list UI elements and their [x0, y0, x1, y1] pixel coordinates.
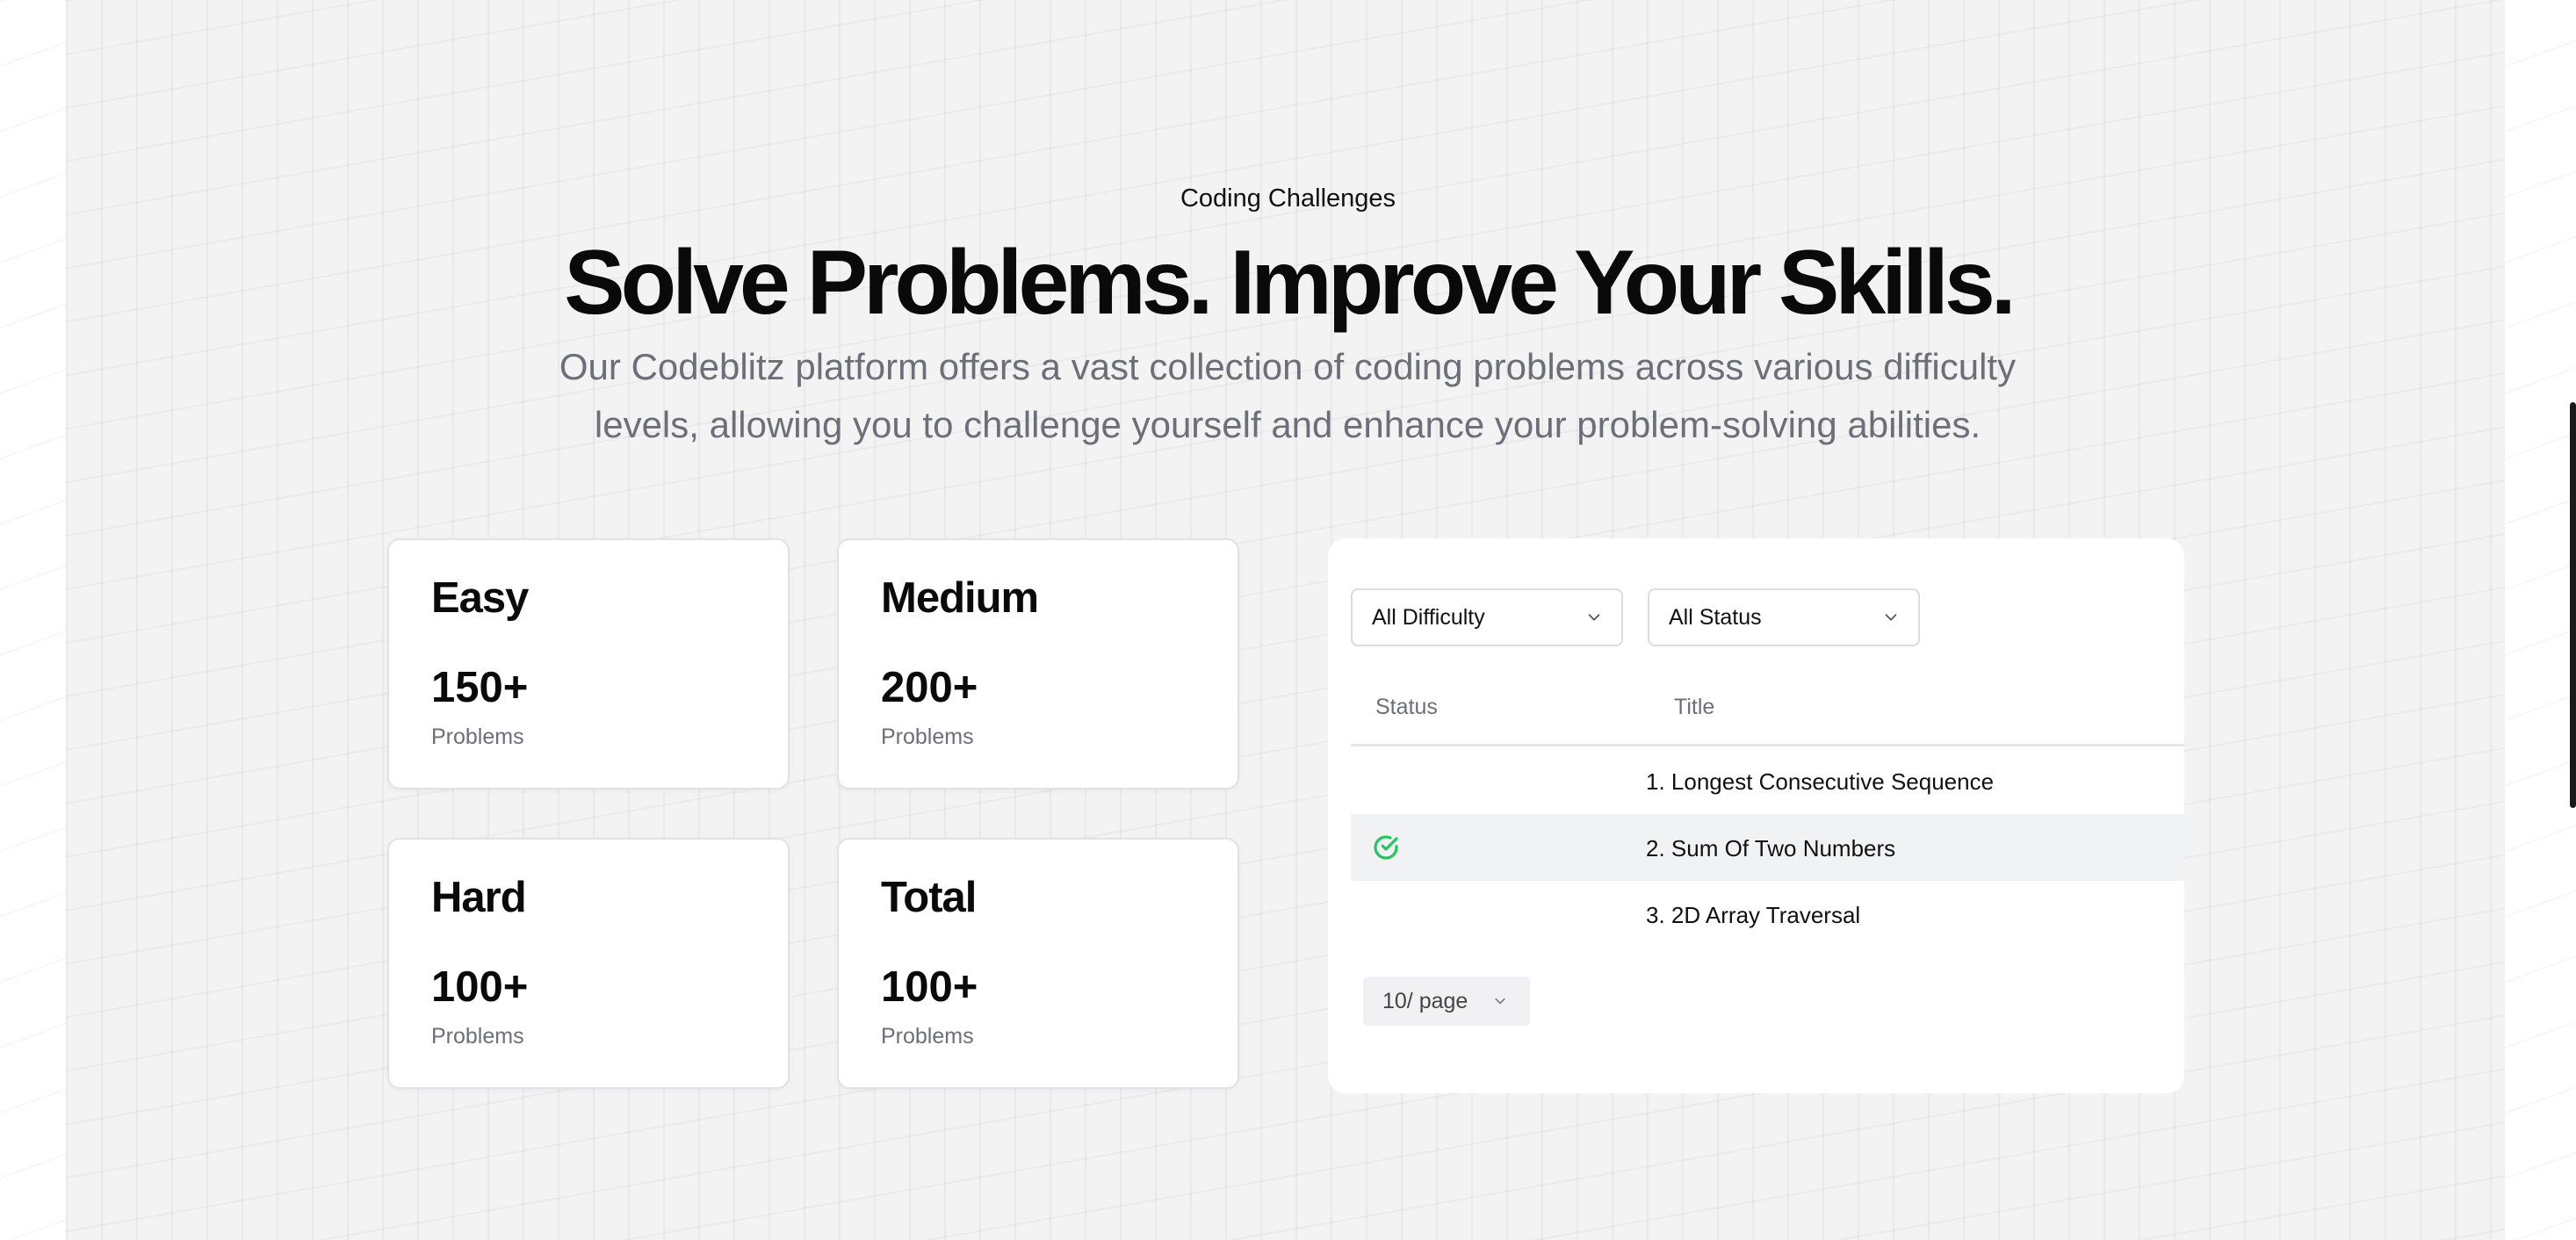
stat-value: 100+	[431, 963, 529, 1011]
stat-unit: Problems	[881, 1024, 974, 1049]
problem-title[interactable]: 1. Longest Consecutive Sequence	[1646, 768, 1994, 796]
chevron-down-icon	[1885, 614, 1897, 621]
stat-card-easy: Easy 150+ Problems	[387, 538, 790, 789]
table-row[interactable]: 2. Sum Of Two Numbers	[1351, 814, 2184, 881]
stat-card-total: Total 100+ Problems	[837, 838, 1239, 1089]
stat-value: 100+	[881, 963, 978, 1011]
stat-card-medium: Medium 200+ Problems	[837, 538, 1239, 789]
stat-label: Medium	[881, 574, 1039, 622]
status-filter-value: All Status	[1669, 604, 1762, 630]
section-eyebrow: Coding Challenges	[1180, 184, 1396, 213]
chevron-down-icon	[1495, 998, 1505, 1005]
stat-value: 150+	[431, 664, 529, 711]
status-filter-select[interactable]: All Status	[1648, 588, 1920, 646]
page-title: Solve Problems. Improve Your Skills.	[564, 232, 2016, 334]
stat-unit: Problems	[431, 725, 524, 749]
difficulty-filter-select[interactable]: All Difficulty	[1351, 588, 1623, 646]
subtitle-line: levels, allowing you to challenge yourse…	[594, 404, 1981, 445]
subtitle-line: Our Codeblitz platform offers a vast col…	[559, 346, 2017, 387]
table-header-divider	[1351, 744, 2184, 746]
page-size-value: 10/ page	[1382, 988, 1468, 1013]
table-row[interactable]: 1. Longest Consecutive Sequence	[1351, 747, 2184, 814]
stat-label: Hard	[431, 874, 527, 921]
table-row[interactable]: 3. 2D Array Traversal	[1351, 881, 2184, 948]
difficulty-filter-value: All Difficulty	[1372, 604, 1485, 630]
stat-value: 200+	[881, 664, 978, 711]
stat-unit: Problems	[431, 1024, 524, 1049]
column-header-status[interactable]: Status	[1375, 695, 1438, 720]
problem-title[interactable]: 2. Sum Of Two Numbers	[1646, 835, 1895, 862]
solved-check-icon	[1374, 835, 1398, 860]
chevron-down-icon	[1588, 614, 1600, 621]
page-size-select[interactable]: 10/ page	[1363, 977, 1530, 1026]
page-subtitle: Our Codeblitz platform offers a vast col…	[497, 338, 2078, 454]
column-header-title[interactable]: Title	[1674, 695, 1714, 720]
problem-title[interactable]: 3. 2D Array Traversal	[1646, 902, 1860, 929]
stat-card-hard: Hard 100+ Problems	[387, 838, 790, 1089]
stat-unit: Problems	[881, 725, 974, 749]
problems-table-panel: All Difficulty All Status Status Title 1…	[1328, 538, 2184, 1093]
stat-label: Total	[881, 874, 977, 921]
scrollbar-thumb[interactable]	[2570, 402, 2576, 808]
stat-label: Easy	[431, 574, 529, 622]
